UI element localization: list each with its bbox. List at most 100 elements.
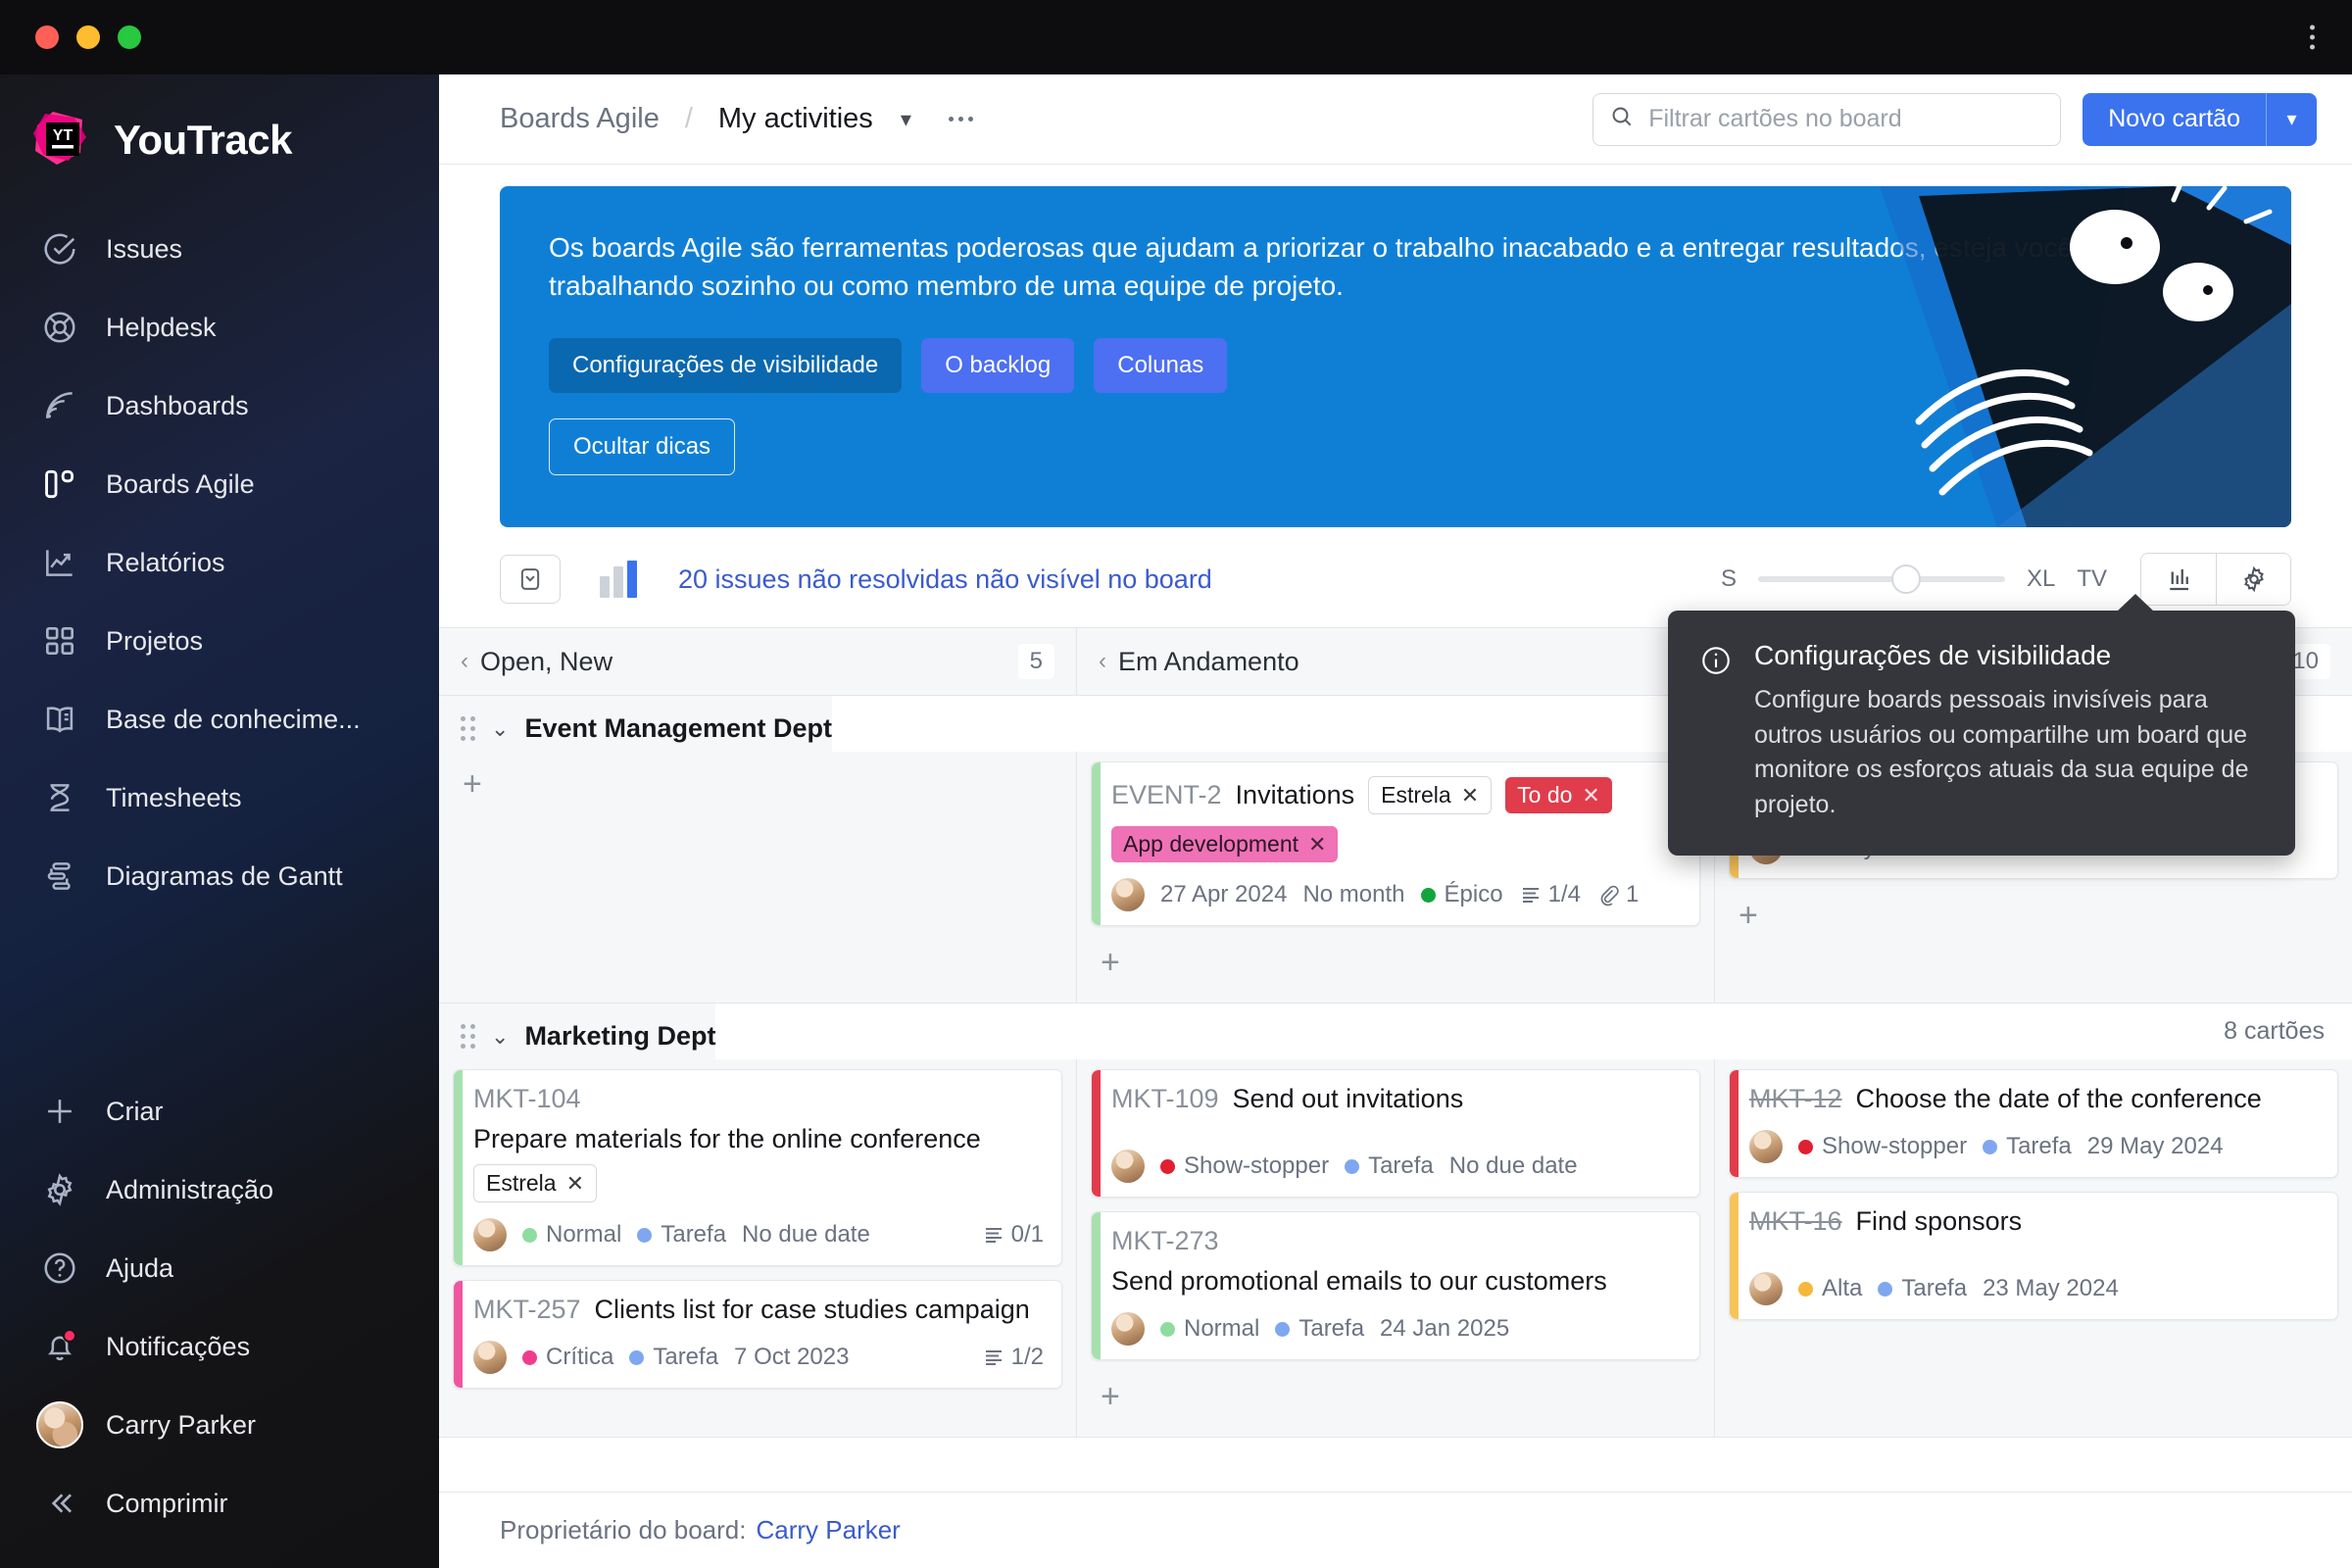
add-card-button[interactable]: + [1091, 940, 1130, 985]
tip-chip-backlog[interactable]: O backlog [921, 338, 1075, 394]
brand[interactable]: YT YouTrack [0, 82, 439, 210]
add-card-button[interactable]: + [453, 761, 492, 807]
breadcrumb-separator: / [684, 103, 693, 134]
svg-text:YT: YT [53, 127, 74, 144]
swimlane-header[interactable]: ⌄ Marketing Dept [439, 1004, 716, 1059]
board-card[interactable]: MKT-104 Prepare materials for the online… [453, 1069, 1062, 1266]
page-topbar: Boards Agile / My activities ▾ Filtrar c… [439, 74, 2352, 165]
board-columns-icon [39, 464, 80, 505]
chevron-down-icon[interactable]: ⌄ [491, 716, 509, 742]
sidebar-item-knowledge-base[interactable]: Base de conhecime... [0, 680, 439, 759]
swimlane-header[interactable]: ⌄ Event Management Dept [439, 696, 832, 752]
avatar [473, 1218, 507, 1251]
board-owner-link[interactable]: Carry Parker [756, 1515, 900, 1545]
chevron-down-icon[interactable]: ⌄ [491, 1024, 509, 1050]
more-options-icon[interactable] [948, 117, 973, 122]
card-subtasks: 1/4 [1519, 881, 1581, 908]
close-window-button[interactable] [35, 25, 59, 49]
card-priority: Normal [522, 1221, 621, 1249]
board-card[interactable]: MKT-257 Clients list for case studies ca… [453, 1280, 1062, 1389]
drag-handle-icon[interactable] [461, 1024, 475, 1049]
breadcrumb-current[interactable]: My activities [718, 103, 873, 135]
board-card[interactable]: MKT-109 Send out invitations Show-stoppe… [1091, 1069, 1700, 1198]
sidebar-item-boards-agile[interactable]: Boards Agile [0, 445, 439, 523]
maximize-window-button[interactable] [118, 25, 141, 49]
close-icon[interactable]: ✕ [1582, 783, 1599, 808]
card-tag-label: Estrela [486, 1170, 557, 1196]
hide-tips-button[interactable]: Ocultar dicas [549, 418, 736, 476]
card-subtasks: 0/1 [982, 1221, 1044, 1249]
card-tag[interactable]: Estrela ✕ [473, 1164, 598, 1202]
card-id[interactable]: MKT-104 [473, 1084, 581, 1114]
new-card-button[interactable]: Novo cartão [2082, 92, 2266, 146]
card-id[interactable]: MKT-16 [1749, 1206, 1842, 1237]
card-meta: Crítica Tarefa 7 Oct 2023 1/2 [473, 1341, 1044, 1374]
chevron-down-icon[interactable]: ▾ [901, 107, 911, 132]
add-card-button[interactable]: + [1091, 1374, 1130, 1419]
board-card[interactable]: MKT-16 Find sponsors Alta Tarefa 23 May … [1729, 1192, 2338, 1320]
card-id[interactable]: MKT-12 [1749, 1084, 1842, 1114]
board-column-header-em-andamento[interactable]: ‹ Em Andamento [1077, 628, 1715, 695]
card-type: Tarefa [1275, 1315, 1364, 1343]
tooltip-body: Configure boards pessoais invisíveis par… [1754, 686, 2249, 818]
close-icon[interactable]: ✕ [1461, 783, 1479, 808]
board-column-header-open-new[interactable]: ‹ Open, New 5 [439, 628, 1077, 695]
sidebar-collapse-label: Comprimir [106, 1488, 228, 1518]
swimlane-column[interactable]: + [439, 752, 1077, 1003]
search-box[interactable] [1592, 92, 2062, 146]
sidebar-item-helpdesk[interactable]: Helpdesk [0, 288, 439, 367]
board-card[interactable]: MKT-273 Send promotional emails to our c… [1091, 1211, 1700, 1360]
card-tag[interactable]: App development ✕ [1111, 826, 1339, 862]
swimlane-column[interactable]: EVENT-2 Invitations Estrela ✕ To do ✕ Ap… [1077, 752, 1715, 1003]
sidebar-item-projetos[interactable]: Projetos [0, 602, 439, 680]
tv-mode-button[interactable]: TV [2077, 565, 2107, 593]
close-icon[interactable]: ✕ [1308, 832, 1326, 858]
sidebar-item-criar[interactable]: Criar [0, 1072, 439, 1151]
card-id[interactable]: EVENT-2 [1111, 780, 1222, 810]
tip-chip-visibility[interactable]: Configurações de visibilidade [549, 338, 903, 394]
card-id[interactable]: MKT-273 [1111, 1226, 1219, 1256]
sidebar-item-timesheets[interactable]: Timesheets [0, 759, 439, 837]
card-type: Tarefa [1983, 1133, 2072, 1160]
search-input[interactable] [1648, 105, 2045, 133]
new-card-dropdown-button[interactable]: ▾ [2266, 92, 2317, 146]
sidebar-collapse-button[interactable]: Comprimir [0, 1464, 439, 1543]
close-icon[interactable]: ✕ [566, 1171, 584, 1197]
chevron-left-icon[interactable]: ‹ [461, 648, 468, 675]
card-id[interactable]: MKT-109 [1111, 1084, 1219, 1114]
sidebar-item-issues[interactable]: Issues [0, 210, 439, 288]
unresolved-issues-link[interactable]: 20 issues não resolvidas não visível no … [678, 564, 1212, 595]
window-titlebar [0, 0, 2352, 74]
sidebar-item-ajuda[interactable]: Ajuda [0, 1229, 439, 1307]
gear-icon[interactable] [2216, 554, 2290, 605]
chevron-left-icon[interactable]: ‹ [1099, 648, 1106, 675]
breadcrumb-root[interactable]: Boards Agile [500, 103, 660, 135]
slider-knob[interactable] [1890, 564, 1921, 594]
add-card-button[interactable]: + [1729, 893, 1768, 938]
avatar [1749, 1272, 1783, 1305]
kebab-vertical-icon[interactable] [2310, 24, 2315, 50]
card-id[interactable]: MKT-257 [473, 1295, 581, 1325]
minimize-window-button[interactable] [76, 25, 100, 49]
bar-chart-icon[interactable] [600, 561, 641, 598]
drag-handle-icon[interactable] [461, 716, 475, 741]
tip-chip-columns[interactable]: Colunas [1094, 338, 1228, 394]
card-state-tag[interactable]: To do ✕ [1505, 777, 1612, 813]
sidebar-item-dashboards[interactable]: Dashboards [0, 367, 439, 445]
card-size-slider[interactable] [1757, 564, 2005, 594]
card-meta: Normal Tarefa 24 Jan 2025 [1111, 1312, 1682, 1346]
swimlane-column[interactable]: MKT-12 Choose the date of the conference… [1715, 1059, 2352, 1437]
swimlane-column[interactable]: MKT-109 Send out invitations Show-stoppe… [1077, 1059, 1715, 1437]
board-footer: Proprietário do board: Carry Parker [439, 1492, 2352, 1568]
board-card[interactable]: MKT-12 Choose the date of the conference… [1729, 1069, 2338, 1178]
swimlane-column[interactable]: MKT-104 Prepare materials for the online… [439, 1059, 1077, 1437]
card-collapse-icon[interactable] [500, 555, 561, 604]
sidebar-user[interactable]: Carry Parker [0, 1386, 439, 1464]
sidebar-item-administracao[interactable]: Administração [0, 1151, 439, 1229]
sidebar-item-gantt[interactable]: Diagramas de Gantt [0, 837, 439, 915]
sidebar-item-notificacoes[interactable]: Notificações [0, 1307, 439, 1386]
sidebar-item-relatorios[interactable]: Relatórios [0, 523, 439, 602]
board-card[interactable]: EVENT-2 Invitations Estrela ✕ To do ✕ Ap… [1091, 761, 1700, 926]
card-tag[interactable]: Estrela ✕ [1368, 776, 1493, 814]
sidebar-item-label: Timesheets [106, 782, 242, 812]
